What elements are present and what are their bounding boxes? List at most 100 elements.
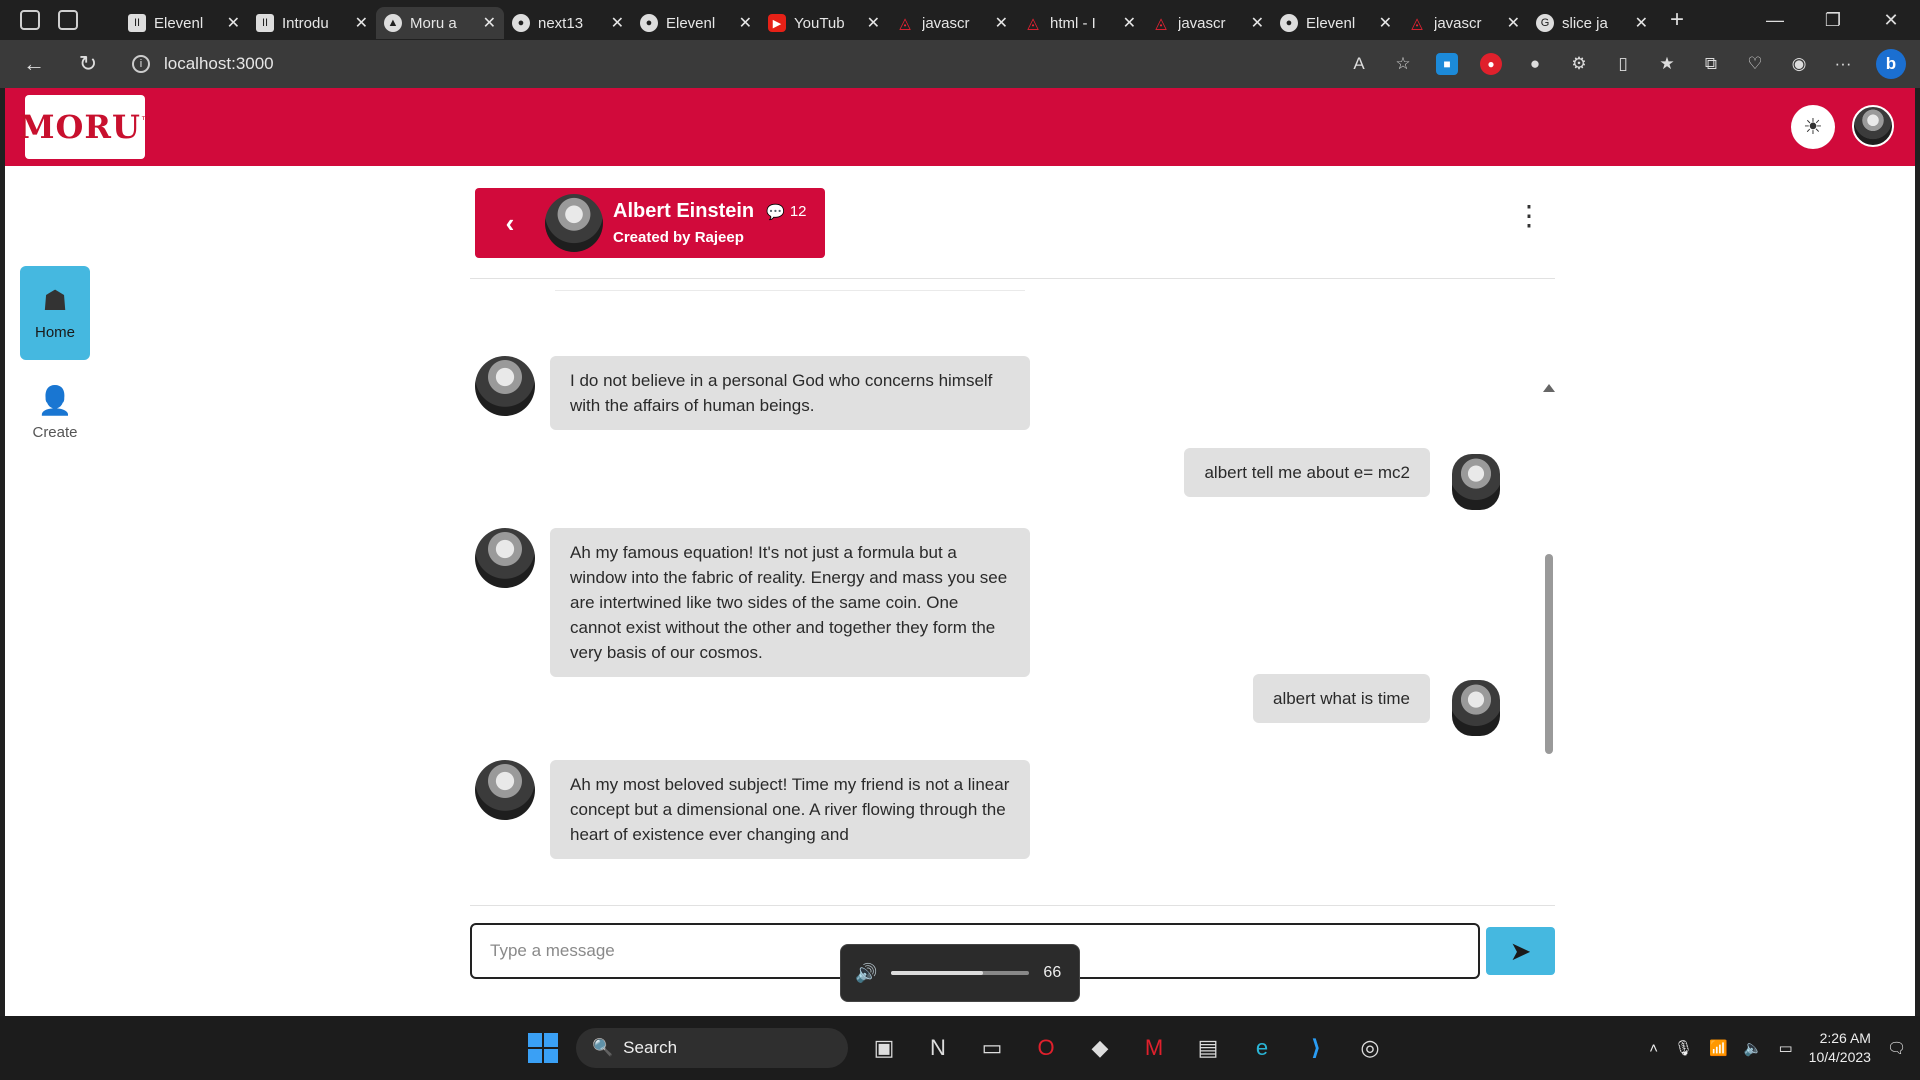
extension-icon[interactable]: ● <box>1480 53 1502 75</box>
back-button[interactable]: ← <box>14 51 54 77</box>
bing-copilot-icon[interactable]: b <box>1876 49 1906 79</box>
close-tab-icon[interactable]: ✕ <box>1635 13 1648 33</box>
battery-icon[interactable]: ▭ <box>1778 1039 1792 1057</box>
tab-title: next13 <box>538 14 584 32</box>
site-info-icon[interactable]: i <box>132 55 150 73</box>
workspaces-icon[interactable] <box>20 10 40 30</box>
scroll-up-icon[interactable] <box>1543 384 1555 392</box>
extension-icon[interactable]: ● <box>1524 53 1546 75</box>
close-tab-icon[interactable]: ✕ <box>1123 13 1136 33</box>
chrome-icon[interactable]: ◎ <box>1352 1030 1388 1066</box>
refresh-button[interactable]: ↻ <box>68 51 108 77</box>
close-tab-icon[interactable]: ✕ <box>739 13 752 33</box>
bot-message: I do not believe in a personal God who c… <box>475 356 1030 430</box>
message-list[interactable]: I do not believe in a personal God who c… <box>470 298 1530 893</box>
close-tab-icon[interactable]: ✕ <box>1251 13 1264 33</box>
close-tab-icon[interactable]: ✕ <box>1507 13 1520 33</box>
extensions-puzzle-icon[interactable]: ⚙ <box>1568 53 1590 75</box>
tab-title: javascr <box>1178 14 1226 32</box>
profile-icon[interactable]: ◉ <box>1788 53 1810 75</box>
sidebar-item-create[interactable]: 👤 Create <box>20 366 90 460</box>
scroll-thumb[interactable] <box>1545 554 1553 754</box>
moru-logo[interactable]: MORU ™ <box>19 95 151 159</box>
close-tab-icon[interactable]: ✕ <box>355 13 368 33</box>
favorites-icon[interactable]: ★ <box>1656 53 1678 75</box>
notion-icon[interactable]: N <box>920 1030 956 1066</box>
browser-tab[interactable]: ▲ Moru a ✕ <box>376 7 504 39</box>
browser-tab[interactable]: II Introdu ✕ <box>248 7 376 39</box>
windows-start-icon[interactable] <box>528 1033 558 1063</box>
tab-actions-icon[interactable] <box>58 10 78 30</box>
messages-scrollbar[interactable] <box>1540 298 1560 893</box>
volume-slider[interactable] <box>891 971 1030 975</box>
character-name-row: Albert Einstein 💬 12 <box>613 200 807 223</box>
opera-icon[interactable]: O <box>1028 1030 1064 1066</box>
new-tab-button[interactable]: + <box>1670 6 1684 34</box>
taskbar-search[interactable]: 🔍 Search <box>576 1028 848 1068</box>
task-view-icon[interactable]: ▣ <box>866 1030 902 1066</box>
mail-app-icon[interactable]: M <box>1136 1030 1172 1066</box>
browser-tab[interactable]: ◬ javascr ✕ <box>888 7 1016 39</box>
sidebar-item-label: Home <box>34 323 75 341</box>
app-window-icon[interactable]: ▭ <box>974 1030 1010 1066</box>
restore-icon[interactable]: ❐ <box>1804 10 1862 31</box>
tab-title: Elevenl <box>666 14 716 32</box>
triangle-favicon-icon: ▲ <box>384 14 402 32</box>
tab-title: Moru a <box>410 14 457 32</box>
close-tab-icon[interactable]: ✕ <box>483 13 496 33</box>
tab-title: Elevenl <box>154 14 204 32</box>
close-tab-icon[interactable]: ✕ <box>227 13 240 33</box>
notifications-icon[interactable]: 🗨 <box>1887 1039 1906 1057</box>
pdf-favicon-icon: ◬ <box>1411 15 1423 32</box>
sidebar-item-home[interactable]: ☗ Home <box>20 266 90 360</box>
browser-tab[interactable]: ▶ YouTub ✕ <box>760 7 888 39</box>
tab-title: Introdu <box>282 14 329 32</box>
taskbar-apps: 🔍 Search ▣ N ▭ O ◆ M ▤ e ⟩ ◎ <box>528 1016 1388 1080</box>
browser-tab[interactable]: ● Elevenl ✕ <box>1272 7 1400 39</box>
browser-tab[interactable]: ◬ javascr ✕ <box>1144 7 1272 39</box>
edge-browser-icon[interactable]: e <box>1244 1030 1280 1066</box>
favorite-star-icon[interactable]: ☆ <box>1392 53 1414 75</box>
more-menu-icon[interactable]: ··· <box>1832 53 1854 75</box>
close-window-icon[interactable]: ✕ <box>1862 10 1920 31</box>
vscode-icon[interactable]: ⟩ <box>1298 1030 1334 1066</box>
microphone-icon[interactable]: 🎙 <box>1674 1039 1693 1057</box>
browser-tab[interactable]: II Elevenl ✕ <box>120 7 248 39</box>
tab-list: II Elevenl ✕ II Introdu ✕ ▲ Moru a ✕ ● next13 ✕ ● Ele… <box>120 0 1656 40</box>
close-tab-icon[interactable]: ✕ <box>611 13 624 33</box>
file-explorer-icon[interactable]: ▤ <box>1190 1030 1226 1066</box>
split-screen-icon[interactable]: ▯ <box>1612 53 1634 75</box>
clock[interactable]: 2:26 AM 10/4/2023 <box>1809 1029 1871 1067</box>
chevron-up-icon[interactable]: ˄ <box>1649 1040 1658 1057</box>
extension-icon[interactable]: ■ <box>1436 53 1458 75</box>
close-tab-icon[interactable]: ✕ <box>995 13 1008 33</box>
youtube-favicon-icon: ▶ <box>768 14 786 32</box>
wifi-icon[interactable]: 📶 <box>1709 1039 1728 1057</box>
send-button[interactable]: ➤ <box>1486 927 1555 975</box>
url-text[interactable]: localhost:3000 <box>164 54 274 74</box>
browser-tab[interactable]: ◬ javascr ✕ <box>1400 7 1528 39</box>
character-avatar <box>475 760 535 820</box>
back-chevron-icon[interactable]: ‹ <box>475 208 545 239</box>
pdf-favicon-icon: ◬ <box>1027 15 1039 32</box>
browser-tab[interactable]: ● next13 ✕ <box>504 7 632 39</box>
message-bubble: I do not believe in a personal God who c… <box>550 356 1030 430</box>
browser-tab[interactable]: ● Elevenl ✕ <box>632 7 760 39</box>
messaging-app-icon[interactable]: ◆ <box>1082 1030 1118 1066</box>
read-aloud-icon[interactable]: A <box>1348 53 1370 75</box>
minimize-icon[interactable]: — <box>1746 10 1804 31</box>
speaker-icon[interactable]: 🔈 <box>1744 1039 1763 1057</box>
speaker-icon[interactable]: 🔊 <box>855 963 877 984</box>
close-tab-icon[interactable]: ✕ <box>1379 13 1392 33</box>
volume-flyout: 🔊 66 <box>840 944 1080 1002</box>
browser-essentials-icon[interactable]: ♡ <box>1744 53 1766 75</box>
theme-toggle-button[interactable]: ☀ <box>1791 105 1835 149</box>
divider <box>470 905 1555 906</box>
close-tab-icon[interactable]: ✕ <box>867 13 880 33</box>
url-field[interactable]: i localhost:3000 <box>132 54 274 74</box>
collections-icon[interactable]: ⧉ <box>1700 53 1722 75</box>
more-options-icon[interactable]: ⋮ <box>1515 202 1543 230</box>
browser-tab[interactable]: ◬ html - I ✕ <box>1016 7 1144 39</box>
user-avatar[interactable] <box>1852 105 1894 147</box>
browser-tab[interactable]: Gslice ja ✕ <box>1528 7 1656 39</box>
